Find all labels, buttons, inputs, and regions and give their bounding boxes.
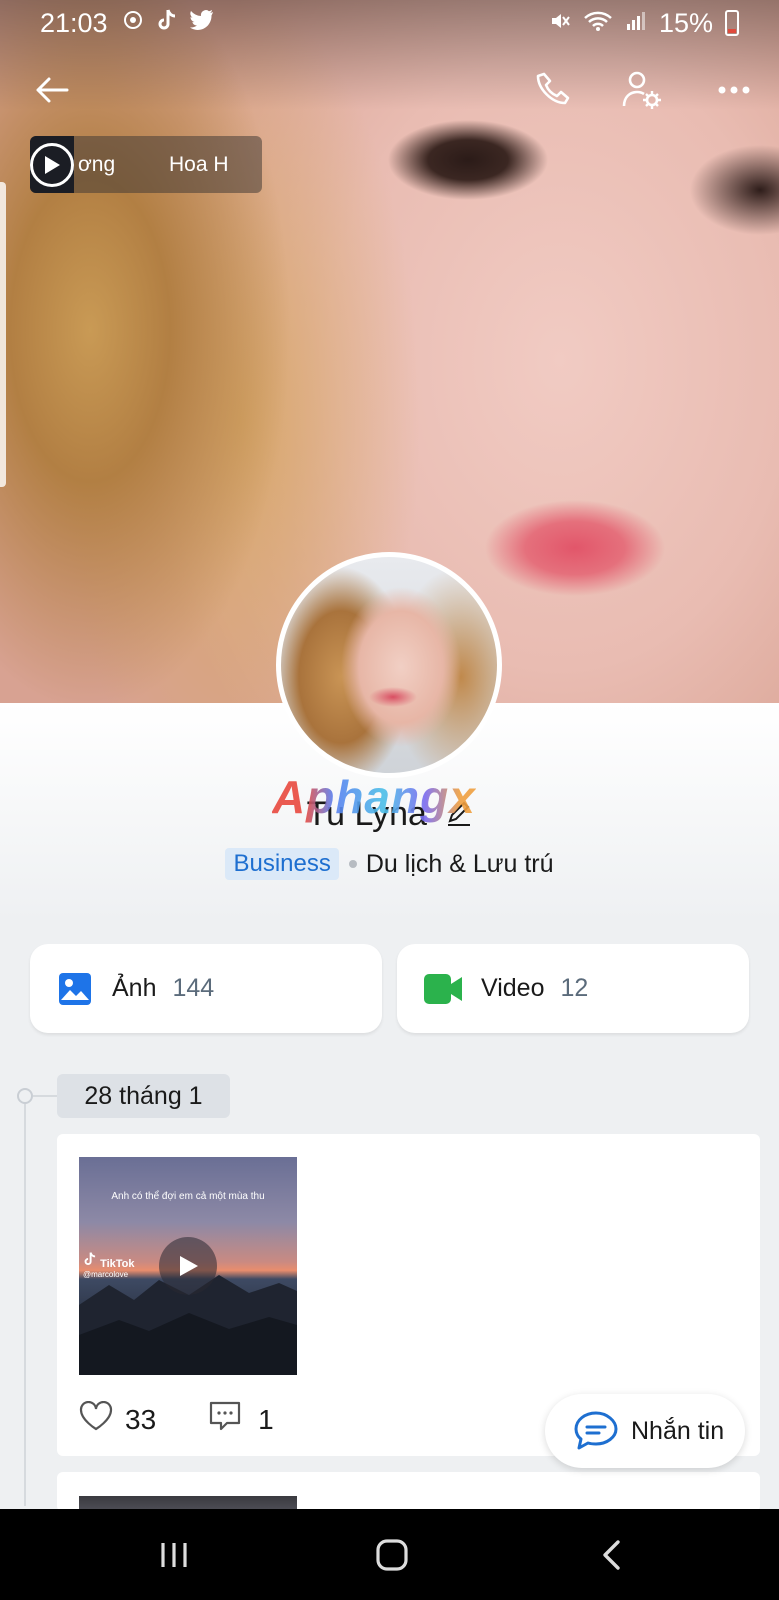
status-bar: 21:03 15%	[0, 0, 779, 46]
like-count: 33	[125, 1403, 157, 1435]
video-caption: Anh có thể đợi em cả một mùa thu	[111, 1191, 265, 1202]
videos-card[interactable]: Video 12	[397, 944, 749, 1033]
more-button[interactable]	[708, 64, 760, 116]
play-icon	[180, 1256, 198, 1276]
music-title: ơng Hoa H	[78, 153, 262, 177]
music-thumbnail	[30, 136, 74, 193]
recents-icon	[161, 1543, 187, 1567]
comment-count: 1	[258, 1403, 274, 1435]
timeline-post-next	[57, 1472, 760, 1512]
call-button[interactable]	[528, 64, 580, 116]
like-button[interactable]	[79, 1400, 113, 1438]
recents-button[interactable]	[148, 1529, 200, 1581]
play-icon	[45, 155, 60, 174]
twitter-icon	[189, 10, 214, 36]
tiktok-label: TikTok	[100, 1258, 135, 1270]
tiktok-icon	[156, 8, 178, 38]
more-icon	[718, 86, 750, 94]
message-button-label: Nhắn tin	[631, 1416, 725, 1445]
sync-icon	[122, 9, 144, 37]
music-title-part-b: Hoa H	[168, 152, 229, 176]
photos-card[interactable]: Ảnh 144	[30, 944, 382, 1033]
home-button[interactable]	[366, 1529, 418, 1581]
chat-bubble-icon	[574, 1411, 618, 1450]
separator-dot	[348, 860, 357, 868]
home-icon	[376, 1539, 408, 1571]
battery-percent: 15%	[658, 7, 713, 38]
message-button[interactable]: Nhắn tin	[545, 1394, 745, 1468]
signal-icon	[625, 8, 647, 39]
system-back-button[interactable]	[585, 1529, 637, 1581]
phone-icon	[536, 72, 570, 105]
music-title-part-a: ơng	[78, 152, 116, 176]
comment-button[interactable]	[208, 1400, 242, 1439]
wifi-icon	[583, 8, 613, 39]
chevron-left-icon	[603, 1540, 620, 1570]
video-thumbnail[interactable]: Anh có thể đợi em cả một mùa thu TikTok …	[79, 1157, 297, 1375]
top-action-bar	[0, 64, 779, 120]
status-time: 21:03	[40, 7, 108, 38]
battery-icon	[725, 10, 739, 36]
system-nav-bar	[0, 1509, 779, 1600]
post-reactions: 33 1	[79, 1400, 274, 1439]
videos-count: 12	[560, 974, 589, 1002]
comment-icon	[210, 1401, 241, 1431]
user-settings-icon	[622, 71, 661, 109]
profile-name: Tu Lyna	[306, 795, 427, 833]
business-badge: Business	[225, 848, 339, 880]
mute-icon	[549, 8, 571, 39]
profile-settings-button[interactable]	[616, 64, 668, 116]
pencil-icon	[448, 801, 471, 826]
play-button[interactable]	[159, 1237, 217, 1295]
profile-category: Du lịch & Lưu trú	[365, 849, 554, 878]
tiktok-watermark: TikTok @marcolove	[83, 1251, 135, 1279]
video-camera-icon	[424, 973, 462, 1004]
profile-music-chip[interactable]: ơng Hoa H	[30, 136, 262, 193]
heart-icon	[79, 1400, 113, 1431]
side-handle[interactable]	[0, 182, 6, 487]
timeline-connector	[33, 1095, 57, 1097]
back-button[interactable]	[26, 64, 78, 116]
timeline-node	[17, 1088, 33, 1104]
image-icon	[59, 972, 91, 1005]
back-arrow-icon	[36, 77, 69, 103]
timeline-date: 28 tháng 1	[57, 1074, 230, 1118]
photos-label: Ảnh	[112, 974, 157, 1002]
profile-name-row: Tu Lyna	[0, 795, 779, 834]
tiktok-logo-icon	[84, 1252, 96, 1266]
videos-label: Video	[481, 974, 545, 1002]
profile-tags: Business Du lịch & Lưu trú	[0, 848, 779, 880]
edit-name-button[interactable]	[446, 799, 472, 834]
tiktok-handle: @marcolove	[83, 1270, 129, 1279]
photos-count: 144	[172, 974, 215, 1002]
timeline-line	[24, 1096, 26, 1506]
avatar[interactable]	[276, 552, 502, 778]
